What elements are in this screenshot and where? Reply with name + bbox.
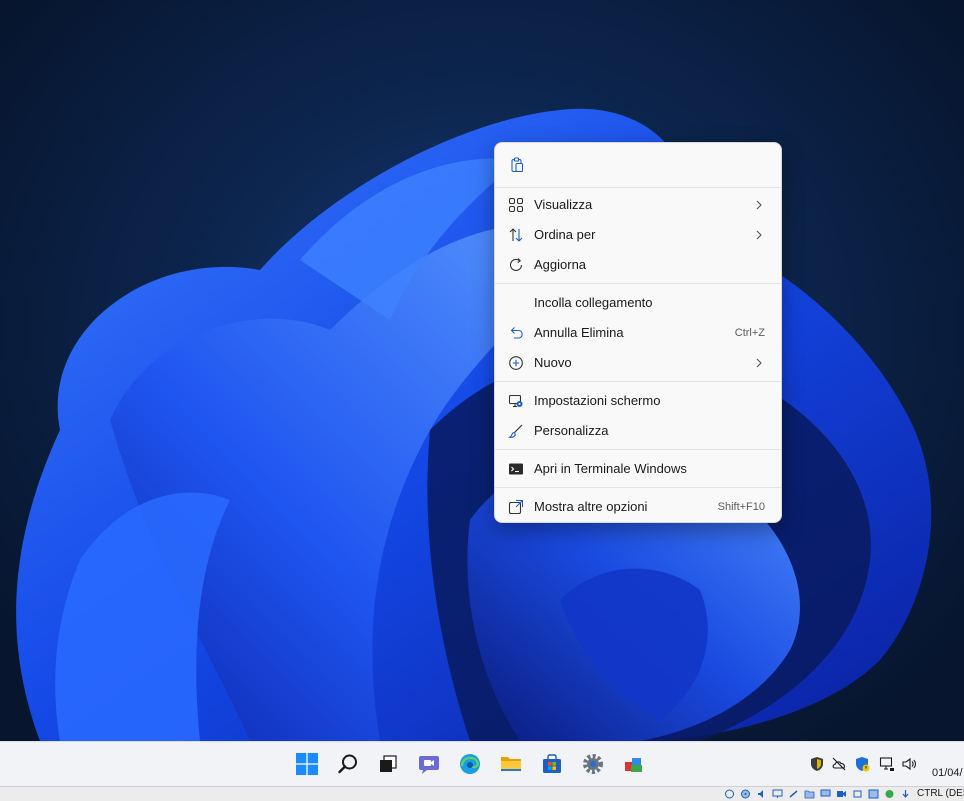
- more-options-icon: [508, 499, 524, 515]
- file-explorer-icon: [501, 757, 521, 771]
- menu-item-new[interactable]: Nuovo: [499, 349, 777, 377]
- menu-item-label: Aggiorna: [534, 257, 587, 272]
- task-view-icon: [380, 755, 397, 772]
- store-button[interactable]: [538, 750, 566, 778]
- audio-icon[interactable]: [756, 789, 767, 799]
- chat-button[interactable]: [415, 750, 443, 778]
- brush-icon: [508, 424, 523, 438]
- optical-drive-icon[interactable]: [740, 789, 751, 799]
- edge-icon: [460, 754, 480, 774]
- display-settings-icon: [508, 394, 523, 408]
- menu-item-label: Nuovo: [534, 355, 572, 370]
- menu-item-label: Annulla Elimina: [534, 325, 624, 340]
- menu-item-personalize[interactable]: Personalizza: [499, 417, 777, 445]
- shared-folders-icon[interactable]: [804, 789, 815, 799]
- mouse-integration-icon[interactable]: [884, 789, 895, 799]
- clipboard-paste-icon: [511, 157, 524, 173]
- chevron-right-icon: [756, 200, 762, 210]
- menu-separator: [495, 187, 781, 188]
- sort-arrows-icon: [509, 228, 523, 242]
- shortcut-text: Ctrl+Z: [734, 327, 765, 339]
- edge-button[interactable]: [456, 750, 484, 778]
- virtualization-icon[interactable]: [868, 789, 879, 799]
- menu-item-label: Impostazioni schermo: [534, 393, 661, 408]
- clock-date[interactable]: 01/04/: [932, 767, 963, 779]
- quick-actions-row: [495, 143, 781, 187]
- undo-icon: [510, 327, 523, 339]
- cpu-icon[interactable]: [852, 789, 863, 799]
- virtualbox-button[interactable]: [620, 750, 648, 778]
- taskbar: 01/04/: [0, 741, 964, 787]
- hard-disk-icon[interactable]: [724, 789, 735, 799]
- menu-separator: [495, 449, 781, 450]
- menu-separator: [495, 283, 781, 284]
- menu-item-display-settings[interactable]: Impostazioni schermo: [499, 387, 777, 415]
- security-shield-icon[interactable]: [809, 756, 825, 772]
- grid-view-icon: [508, 197, 524, 213]
- usb-icon[interactable]: [788, 789, 799, 799]
- menu-item-refresh[interactable]: Aggiorna: [499, 251, 777, 279]
- menu-item-label: Apri in Terminale Windows: [534, 461, 687, 476]
- menu-item-show-more-options[interactable]: Mostra altre opzioni Shift+F10: [499, 493, 777, 521]
- teams-chat-icon: [419, 756, 439, 774]
- display-icon[interactable]: [820, 789, 831, 799]
- refresh-icon: [509, 258, 523, 271]
- file-explorer-button[interactable]: [497, 750, 525, 778]
- menu-item-label: Ordina per: [534, 227, 596, 242]
- virtualbox-icon: [625, 758, 642, 772]
- chevron-right-icon: [756, 230, 762, 240]
- settings-button[interactable]: [579, 750, 607, 778]
- search-icon: [338, 754, 357, 774]
- windows-bloom-wallpaper: [16, 108, 932, 741]
- menu-item-view[interactable]: Visualizza: [499, 191, 777, 219]
- menu-item-undo-delete[interactable]: Annulla Elimina Ctrl+Z: [499, 319, 777, 347]
- menu-item-paste-shortcut[interactable]: Incolla collegamento: [499, 289, 777, 317]
- desktop-wallpaper[interactable]: Visualizza Ordina per Aggiorna Incolla c…: [0, 0, 964, 741]
- defender-warning-icon[interactable]: [854, 756, 870, 772]
- keyboard-capture-icon[interactable]: [900, 789, 911, 799]
- menu-item-sort-by[interactable]: Ordina per: [499, 221, 777, 249]
- onedrive-offline-icon[interactable]: [831, 756, 847, 772]
- windows-start-icon: [296, 753, 318, 775]
- search-button[interactable]: [334, 750, 362, 778]
- network-adapter-icon[interactable]: [772, 789, 783, 799]
- menu-item-open-terminal[interactable]: Apri in Terminale Windows: [499, 455, 777, 483]
- menu-separator: [495, 487, 781, 488]
- host-key-label: CTRL (DES: [917, 788, 964, 799]
- volume-icon[interactable]: [901, 756, 917, 772]
- shortcut-text: Shift+F10: [717, 501, 765, 513]
- chevron-right-icon: [756, 358, 762, 368]
- menu-item-label: Incolla collegamento: [534, 295, 653, 310]
- recording-icon[interactable]: [836, 789, 847, 799]
- terminal-icon: [509, 463, 523, 475]
- menu-item-label: Visualizza: [534, 197, 593, 212]
- menu-separator: [495, 381, 781, 382]
- menu-item-label: Mostra altre opzioni: [534, 499, 648, 514]
- paste-button[interactable]: [504, 153, 530, 177]
- menu-item-label: Personalizza: [534, 423, 609, 438]
- plus-circle-icon: [509, 356, 523, 370]
- desktop-context-menu: Visualizza Ordina per Aggiorna Incolla c…: [494, 142, 782, 523]
- vm-status-bar: CTRL (DES: [0, 786, 964, 801]
- network-icon[interactable]: [879, 756, 895, 772]
- start-button[interactable]: [293, 750, 321, 778]
- settings-gear-icon: [583, 754, 603, 774]
- task-view-button[interactable]: [374, 750, 402, 778]
- microsoft-store-icon: [543, 754, 561, 773]
